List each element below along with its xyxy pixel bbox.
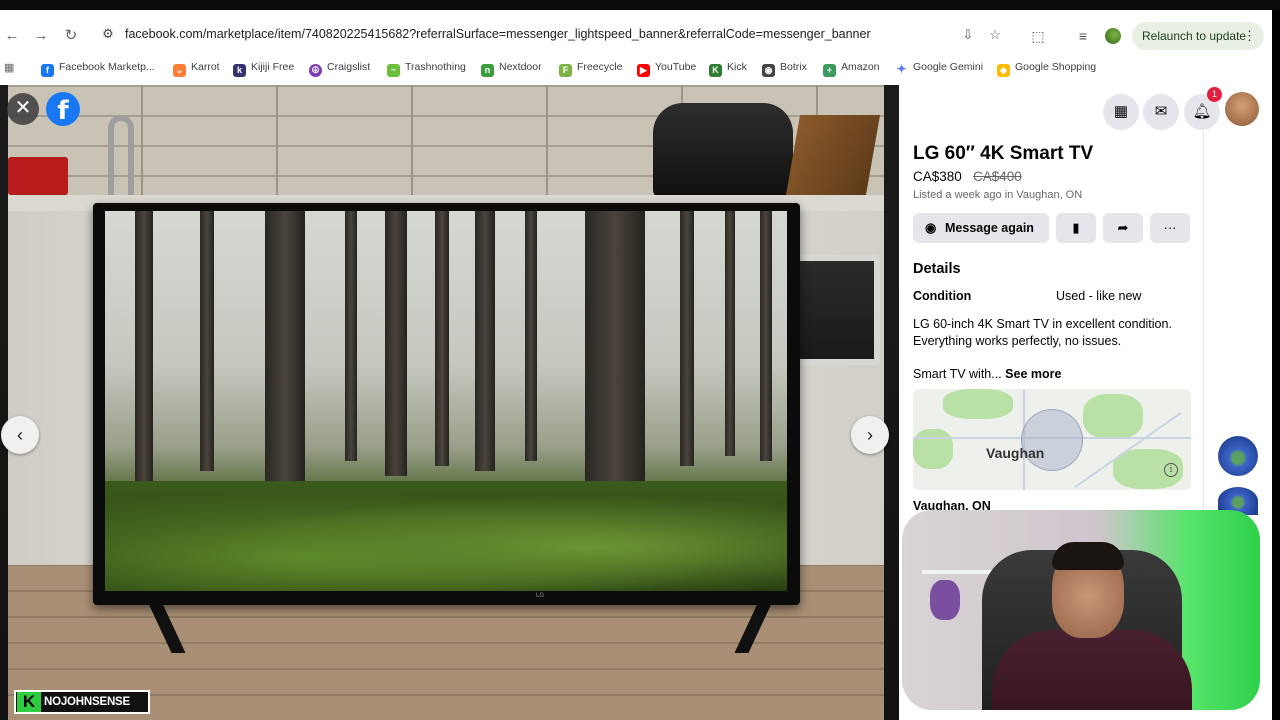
install-icon[interactable]: ⇩ [960, 27, 976, 43]
youtube-icon: ▶ [637, 64, 650, 77]
tv-screen-forest [105, 211, 787, 591]
notification-badge: 1 [1207, 87, 1222, 102]
account-avatar[interactable] [1225, 92, 1259, 126]
window-top-strip [0, 0, 1280, 10]
carrot-icon: ⌄ [173, 64, 186, 77]
close-button[interactable]: ✕ [7, 93, 39, 125]
bookmarks-bar: ▦ f Facebook Marketp... ⌄ Karrot k Kijiji F… [0, 59, 1272, 79]
back-icon[interactable]: ← [3, 27, 21, 45]
leaf-icon: ~ [387, 64, 400, 77]
relaunch-label: Relaunch to update [1142, 29, 1247, 43]
previous-photo-button[interactable]: ‹ [1, 416, 39, 454]
bookmark-freecycle[interactable]: F Freecycle [559, 61, 623, 77]
url-text[interactable]: facebook.com/marketplace/item/7408202254… [125, 27, 871, 41]
bookmark-google-gemini[interactable]: ✦ Google Gemini [895, 61, 983, 77]
messenger-icon[interactable]: ✉ [1143, 94, 1179, 130]
gemini-icon: ✦ [896, 62, 907, 76]
forward-icon[interactable]: → [32, 27, 50, 45]
details-heading: Details [913, 261, 961, 277]
tv-brand-logo: LG [536, 593, 545, 599]
listing-meta: Listed a week ago in Vaughan, ON [913, 189, 1083, 201]
tv-product-image: LG [93, 203, 800, 605]
location-radius [1021, 409, 1083, 471]
shopping-icon: ◆ [997, 64, 1010, 77]
apps-grid-icon[interactable]: ▦ [4, 62, 16, 74]
condition-value: Used - like new [1056, 289, 1142, 303]
messenger-icon: ◉ [925, 220, 937, 235]
condition-label: Condition [913, 289, 972, 303]
listing-photo: LG [8, 85, 884, 720]
info-icon[interactable]: i [1164, 463, 1178, 477]
bookmark-nextdoor[interactable]: n Nextdoor [481, 61, 542, 77]
more-dots-icon: ··· [1163, 220, 1177, 235]
facebook-logo-icon[interactable]: f [46, 92, 80, 126]
share-icon: ➦ [1117, 220, 1129, 235]
kijiji-icon: k [233, 64, 246, 77]
bookmark-youtube[interactable]: ▶ YouTube [637, 61, 696, 77]
bookmark-craigslist[interactable]: ☮ Craigslist [309, 61, 370, 77]
bookmark-amazon[interactable]: + Amazon [823, 61, 880, 77]
kick-logo-icon: K [17, 692, 41, 712]
nextdoor-icon: n [481, 64, 494, 77]
listing-description-more: Smart TV with... See more [913, 367, 1062, 381]
address-bar[interactable]: ⚙ facebook.com/marketplace/item/74082022… [92, 21, 1125, 49]
kick-icon: K [709, 64, 722, 77]
facebook-icon: f [41, 64, 54, 77]
browser-toolbar: ← → ↻ ⚙ facebook.com/marketplace/item/74… [0, 10, 1272, 85]
next-photo-button[interactable]: › [851, 416, 889, 454]
message-again-button[interactable]: ◉ Message again [913, 213, 1049, 243]
bookmark-star-icon[interactable]: ☆ [987, 27, 1003, 43]
map-city-label: Vaughan [986, 445, 1045, 461]
site-info-icon[interactable]: ⚙ [100, 26, 116, 42]
see-more-link[interactable]: See more [1005, 367, 1061, 381]
watermark-text: NOJOHNSENSE [44, 696, 130, 708]
bookmark-kijiji[interactable]: k Kijiji Free [233, 61, 294, 77]
bookmark-google-shopping[interactable]: ◆ Google Shopping [997, 61, 1096, 77]
share-button[interactable]: ➦ [1103, 213, 1143, 243]
bookmark-facebook-marketplace[interactable]: f Facebook Marketp... [41, 61, 155, 77]
listing-description: LG 60-inch 4K Smart TV in excellent cond… [913, 317, 1172, 348]
profile-icon[interactable] [1105, 28, 1121, 44]
bookmark-karrot[interactable]: ⌄ Karrot [173, 61, 220, 77]
more-options-button[interactable]: ··· [1150, 213, 1190, 243]
listing-price: CA$380 [913, 169, 962, 184]
bookmark-trashnothing[interactable]: ~ Trashnothing [387, 61, 466, 77]
bookmark-kick[interactable]: K Kick [709, 61, 747, 77]
side-thumbnail[interactable] [1218, 436, 1258, 476]
photo-viewer: LG ✕ f ‹ › [0, 85, 899, 720]
reload-icon[interactable]: ↻ [62, 27, 80, 45]
media-icon[interactable]: ≡ [1074, 27, 1092, 45]
extensions-icon[interactable]: ⬚ [1029, 27, 1047, 45]
amazon-icon: + [823, 64, 836, 77]
webcam-overlay [902, 510, 1260, 710]
menu-grid-icon[interactable]: ▦ [1103, 94, 1139, 130]
freecycle-icon: F [559, 64, 572, 77]
listing-original-price: CA$400 [973, 169, 1022, 184]
listing-title: LG 60″ 4K Smart TV [913, 143, 1094, 164]
relaunch-button[interactable]: Relaunch to update ⋮ [1132, 22, 1264, 50]
menu-dots-icon[interactable]: ⋮ [1243, 28, 1256, 44]
bookmark-icon: ▮ [1072, 220, 1080, 235]
bookmark-botrix[interactable]: ◉ Botrix [762, 61, 807, 77]
location-map[interactable]: Vaughan i [913, 389, 1191, 490]
channel-watermark: K NOJOHNSENSE [14, 690, 150, 714]
save-button[interactable]: ▮ [1056, 213, 1096, 243]
botrix-icon: ◉ [762, 64, 775, 77]
peace-icon: ☮ [309, 64, 322, 77]
